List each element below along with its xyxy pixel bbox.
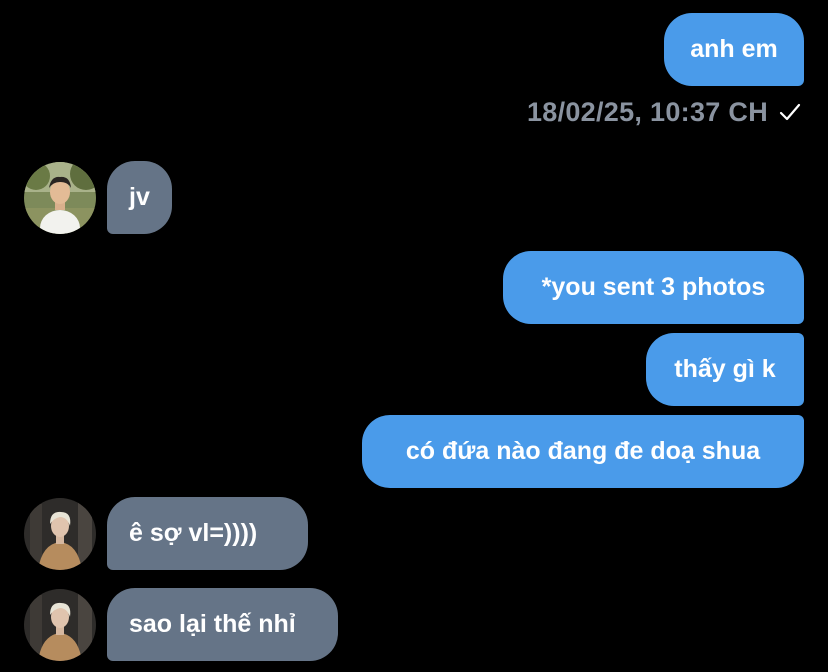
message-bubble-sent[interactable]: *you sent 3 photos	[503, 251, 804, 324]
message-text: jv	[129, 183, 150, 211]
message-bubble-received[interactable]: jv	[107, 161, 172, 234]
contact-avatar[interactable]	[24, 498, 96, 570]
contact-avatar[interactable]	[24, 589, 96, 661]
message-bubble-received[interactable]: sao lại thế nhỉ	[107, 588, 338, 661]
message-bubble-sent[interactable]: anh em	[664, 13, 804, 86]
message-text: thấy gì k	[674, 355, 776, 383]
checkmark-icon	[779, 103, 801, 121]
message-bubble-received[interactable]: ê sợ vl=))))	[107, 497, 308, 570]
message-text: sao lại thế nhỉ	[129, 610, 296, 638]
message-text: ê sợ vl=))))	[129, 519, 258, 547]
message-timestamp: 18/02/25, 10:37 CH	[526, 96, 768, 127]
message-bubble-sent[interactable]: có đứa nào đang đe doạ shua	[362, 415, 804, 488]
message-bubble-sent[interactable]: thấy gì k	[646, 333, 804, 406]
contact-avatar[interactable]	[24, 162, 96, 234]
message-timestamp-row: 18/02/25, 10:37 CH	[527, 92, 802, 132]
message-text: anh em	[690, 35, 778, 63]
message-text: có đứa nào đang đe doạ shua	[405, 437, 761, 465]
message-text: *you sent 3 photos	[541, 273, 766, 301]
